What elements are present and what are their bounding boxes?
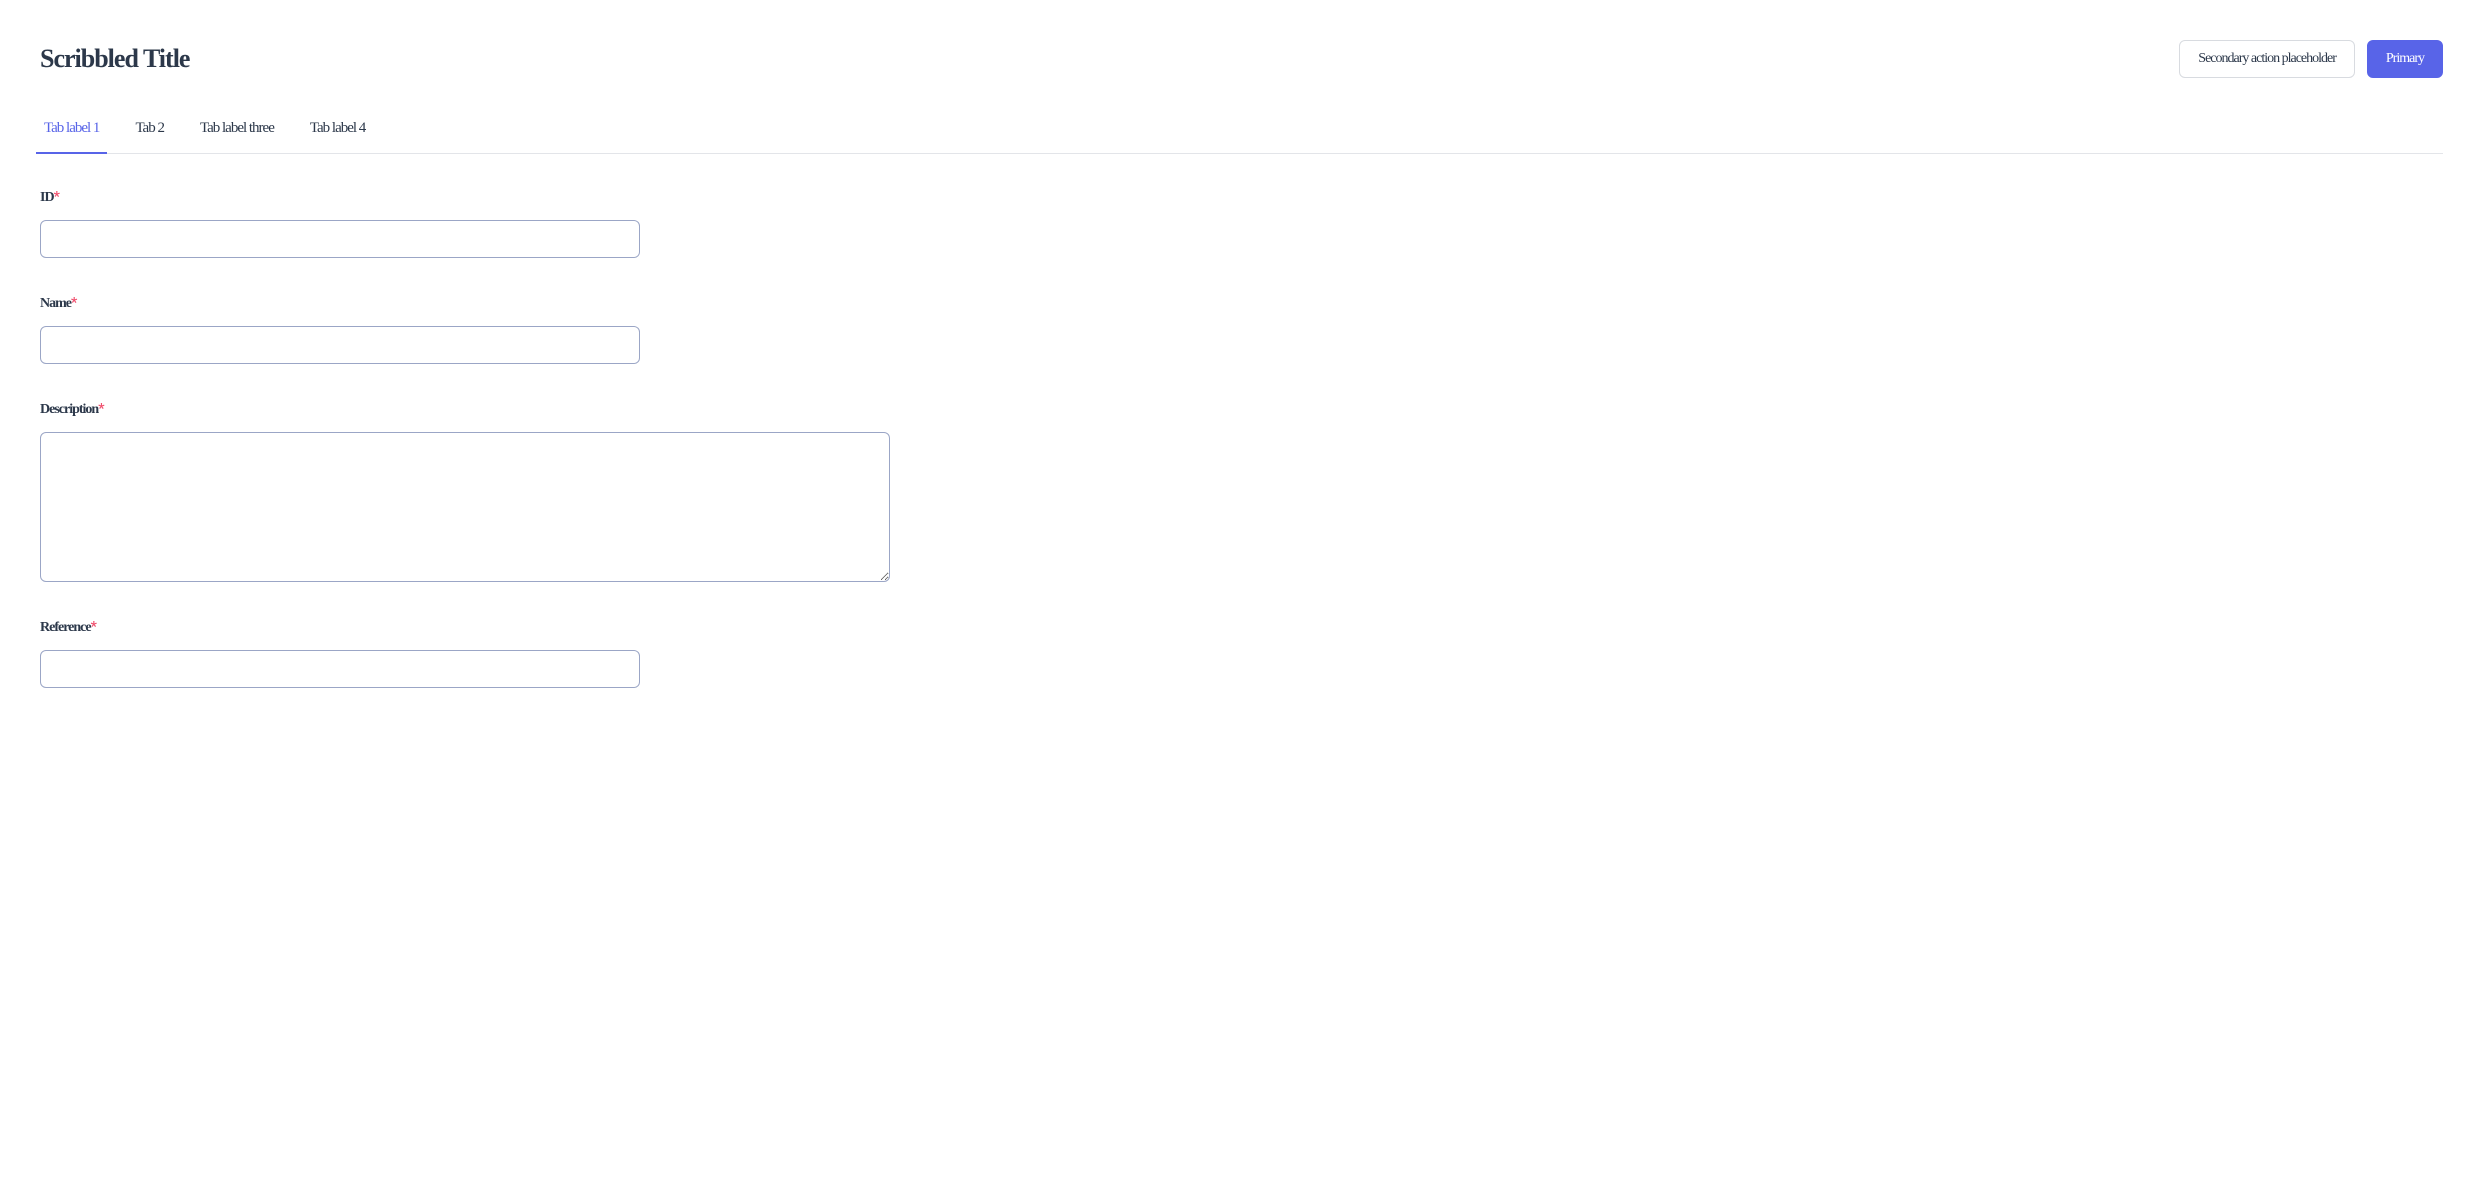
field-1-label: ID* xyxy=(40,189,60,206)
field-1-input[interactable] xyxy=(40,220,640,258)
page-title: Scribbled Title xyxy=(40,44,189,74)
tabs-bar: Tab label 1 Tab 2 Tab label three Tab la… xyxy=(40,110,2443,154)
field-group-4: Reference* xyxy=(40,616,2443,688)
required-indicator: * xyxy=(54,189,60,205)
field-group-1: ID* xyxy=(40,186,2443,258)
required-indicator: * xyxy=(71,295,77,311)
field-group-3: Description* xyxy=(40,398,2443,582)
page-header: Scribbled Title Secondary action placeho… xyxy=(40,40,2443,78)
header-actions: Secondary action placeholder Primary xyxy=(2179,40,2443,78)
required-indicator: * xyxy=(91,619,97,635)
field-4-label: Reference* xyxy=(40,619,97,636)
secondary-button[interactable]: Secondary action placeholder xyxy=(2179,40,2355,78)
tab-1[interactable]: Tab label 1 xyxy=(40,110,103,153)
field-group-2: Name* xyxy=(40,292,2443,364)
field-4-input[interactable] xyxy=(40,650,640,688)
tab-2[interactable]: Tab 2 xyxy=(131,110,168,153)
field-3-label: Description* xyxy=(40,401,105,418)
primary-button[interactable]: Primary xyxy=(2367,40,2443,78)
field-2-label: Name* xyxy=(40,295,77,312)
tab-4[interactable]: Tab label 4 xyxy=(306,110,369,153)
field-2-input[interactable] xyxy=(40,326,640,364)
field-3-textarea[interactable] xyxy=(40,432,890,582)
required-indicator: * xyxy=(98,401,104,417)
tab-3[interactable]: Tab label three xyxy=(196,110,278,153)
